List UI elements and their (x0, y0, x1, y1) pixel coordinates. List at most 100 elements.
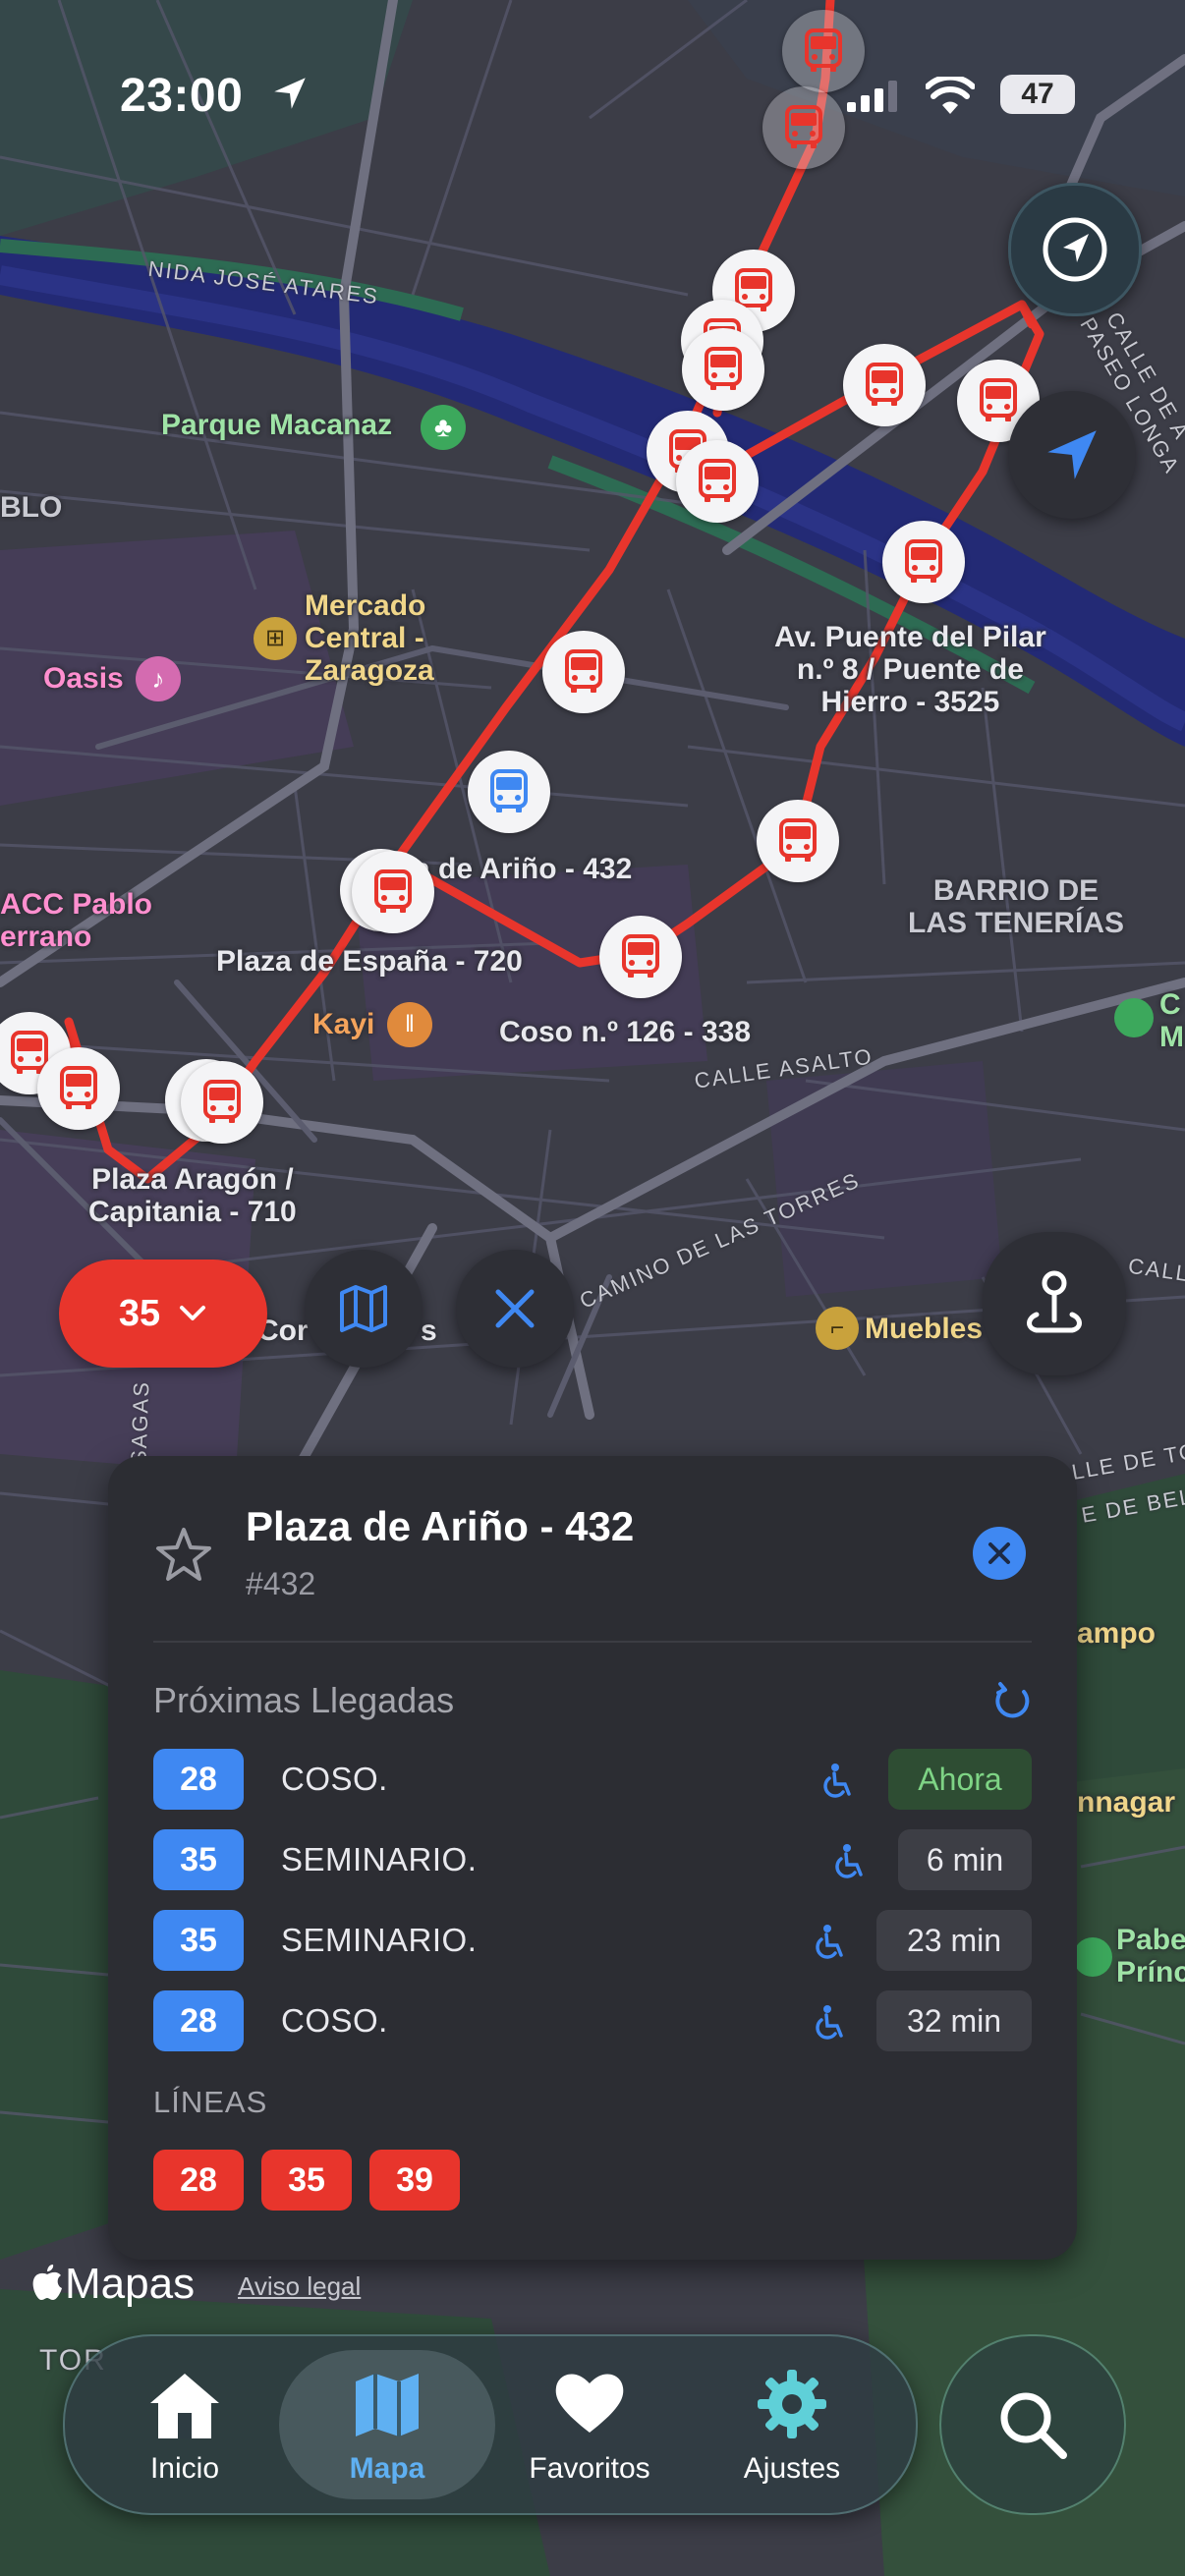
tab-favoritos[interactable]: Favoritos (491, 2336, 688, 2513)
stop-id: #432 (246, 1566, 316, 1601)
arrivals-title: Próximas Llegadas (153, 1680, 455, 1720)
wheelchair-icon (816, 2005, 843, 2040)
bus-stop-marker[interactable] (542, 631, 625, 713)
poi-cm-label: C M (1159, 988, 1184, 1053)
arrival-time: 6 min (898, 1829, 1032, 1890)
arrival-row[interactable]: 28 COSO. 32 min (153, 1990, 1032, 2053)
line-badge: 28 (153, 1749, 244, 1810)
arrival-row[interactable]: 35 SEMINARIO. 23 min (153, 1910, 1032, 1973)
gear-icon (758, 2370, 826, 2438)
line-chip[interactable]: 28 (153, 2150, 244, 2211)
compass-button[interactable] (1008, 183, 1142, 316)
legal-link[interactable]: Aviso legal (238, 2271, 361, 2302)
poi-parque-label[interactable]: Parque Macanaz (161, 409, 392, 441)
street-label: SAGAS (126, 1379, 154, 1466)
line-chip[interactable]: 35 (261, 2150, 352, 2211)
tab-inicio[interactable]: Inicio (86, 2336, 283, 2513)
bus-icon (490, 769, 528, 812)
arrival-destination: COSO. (281, 2002, 388, 2039)
chevron-down-icon (180, 1306, 206, 1320)
tab-mapa[interactable]: Mapa (289, 2336, 485, 2513)
poi-muebles-label[interactable]: Muebles (865, 1313, 983, 1345)
poi-oasis-label[interactable]: Oasis (43, 662, 124, 695)
bus-stop-marker[interactable] (599, 916, 682, 998)
bus-icon (980, 378, 1017, 421)
poi-mercado-line: Central - (305, 622, 424, 654)
arrival-time: 32 min (876, 1990, 1032, 2051)
poi-mercado-label[interactable]: Mercado Central - Zaragoza (305, 589, 434, 687)
stop-label-line: Plaza Aragón / (91, 1163, 294, 1196)
bus-stop-marker[interactable] (843, 344, 926, 426)
bus-stop-marker[interactable] (37, 1047, 120, 1130)
battery-indicator: 47 (1000, 75, 1075, 114)
poi-pabe-label: Pabe Prínc (1116, 1924, 1185, 1988)
tab-ajustes[interactable]: Ajustes (694, 2336, 890, 2513)
location-arrow-icon (1047, 430, 1097, 479)
district-line: LAS TENERÍAS (908, 907, 1125, 939)
stop-label-line: Capitania - 710 (88, 1196, 297, 1228)
arrival-row[interactable]: 28 COSO. Ahora (153, 1749, 1032, 1812)
star-icon[interactable] (153, 1525, 214, 1586)
map-icon (356, 2374, 419, 2436)
lines-title: LÍNEAS (153, 2085, 268, 2119)
compass-icon (1043, 217, 1107, 282)
map-style-button[interactable] (305, 1250, 423, 1368)
poi-mercado-line: Zaragoza (305, 654, 434, 687)
wheelchair-icon (816, 1925, 843, 1959)
status-bar: 23:00 47 (0, 59, 1185, 128)
search-button[interactable] (939, 2334, 1126, 2515)
card-close-button[interactable] (973, 1527, 1026, 1580)
poi-acc-label[interactable]: ACC Pablo errano (0, 888, 152, 953)
tree-icon: ♣ (421, 405, 466, 450)
arrival-destination: SEMINARIO. (281, 1922, 478, 1958)
selected-bus-stop-marker[interactable] (468, 751, 550, 833)
arrival-time: 23 min (876, 1910, 1032, 1971)
home-icon (150, 2374, 219, 2438)
line-chip[interactable]: 39 (369, 2150, 460, 2211)
locate-me-button[interactable] (1008, 391, 1136, 519)
tab-bar: Inicio Mapa Favoritos Ajustes (63, 2334, 918, 2515)
map-icon (340, 1285, 387, 1332)
bus-stop-marker[interactable] (757, 800, 839, 882)
stop-label-espana[interactable]: Plaza de España - 720 (216, 945, 523, 978)
poi-runner-icon (1114, 998, 1154, 1037)
apple-logo-icon (32, 2265, 62, 2300)
bus-stop-marker[interactable] (682, 328, 764, 411)
bus-icon (866, 363, 903, 406)
stop-label-aragon[interactable]: Plaza Aragón / Capitania - 710 (88, 1163, 297, 1228)
bus-stop-marker[interactable] (676, 440, 759, 523)
bus-stop-marker[interactable] (352, 851, 434, 933)
refresh-icon[interactable] (990, 1680, 1034, 1723)
stop-label-arino[interactable]: za de Ariño - 432 (399, 853, 632, 885)
poi-corte-label-end: s (421, 1315, 437, 1347)
stop-label-puente[interactable]: Av. Puente del Pilar n.º 8 / Puente de H… (774, 621, 1046, 718)
divider (153, 1641, 1032, 1643)
status-time: 23:00 (120, 70, 244, 122)
tab-label: Inicio (149, 2452, 220, 2485)
pin-icon (1027, 1270, 1082, 1333)
bus-stop-marker[interactable] (181, 1061, 263, 1144)
maps-attribution: Mapas (29, 2260, 195, 2309)
poi-acc-line: ACC Pablo (0, 888, 153, 921)
poi-mercado-line: Mercado (305, 589, 426, 622)
tab-label: Favoritos (529, 2452, 650, 2485)
close-icon (495, 1289, 535, 1328)
poi-kayi-label[interactable]: Kayi (312, 1008, 374, 1040)
chair-icon: ⌐ (816, 1307, 859, 1350)
wheelchair-icon (835, 1844, 863, 1878)
drop-pin-button[interactable] (983, 1232, 1126, 1375)
line-selector-label: 35 (118, 1292, 161, 1334)
bus-stop-marker[interactable] (882, 521, 965, 603)
poi-nnagar-label: nnagar (1077, 1786, 1176, 1819)
clear-route-button[interactable] (456, 1250, 574, 1368)
line-selector-button[interactable]: 35 (59, 1260, 267, 1368)
tab-label: Mapa (349, 2452, 425, 2485)
line-badge: 35 (153, 1910, 244, 1971)
poi-cm-line: M (1159, 1021, 1184, 1053)
wheelchair-icon (823, 1764, 851, 1798)
bus-icon (779, 818, 817, 862)
stop-label-coso[interactable]: Coso n.º 126 - 338 (499, 1016, 751, 1048)
arrival-row[interactable]: 35 SEMINARIO. 6 min (153, 1829, 1032, 1892)
bus-icon (374, 869, 412, 913)
poi-cm-line: C (1159, 988, 1181, 1021)
